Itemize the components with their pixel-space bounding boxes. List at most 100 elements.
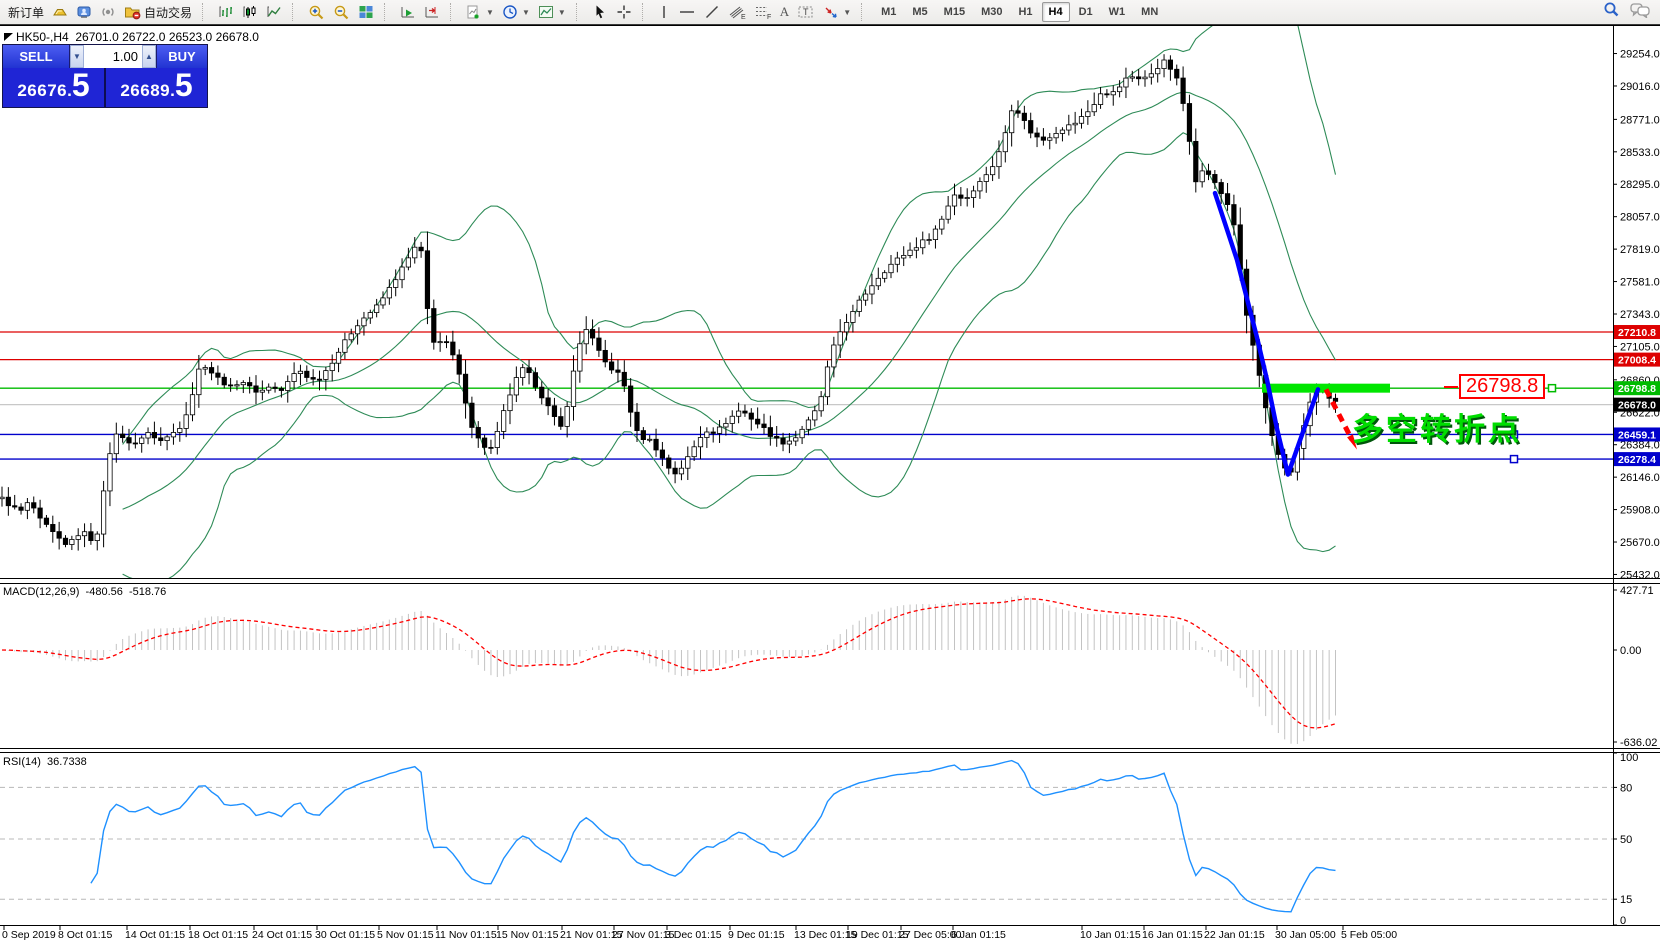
trendline-tool[interactable]: [700, 2, 724, 22]
timeframe-button-mn[interactable]: MN: [1134, 2, 1165, 22]
horizontal-line-tool[interactable]: [674, 2, 700, 22]
svg-text:27581.0: 27581.0: [1620, 277, 1660, 289]
time-axis-label: 9 Dec 01:15: [728, 929, 785, 941]
time-axis-label: 16 Jan 01:15: [1142, 929, 1203, 941]
timeframe-button-h1[interactable]: H1: [1011, 2, 1039, 22]
timeframe-button-d1[interactable]: D1: [1072, 2, 1100, 22]
time-axis-label: 11 Nov 01:15: [435, 929, 497, 941]
sell-button[interactable]: SELL: [3, 45, 70, 68]
text-tool[interactable]: A: [776, 2, 793, 22]
auto-scroll-button[interactable]: [396, 2, 420, 22]
line-chart-button[interactable]: [262, 2, 286, 22]
buy-button[interactable]: BUY: [156, 45, 207, 68]
zoom-out-icon: [333, 4, 350, 21]
chart-shift-button[interactable]: [420, 2, 444, 22]
crosshair-tool-button[interactable]: [612, 2, 636, 22]
svg-text:26384.0: 26384.0: [1620, 440, 1660, 452]
time-axis[interactable]: 0 Sep 20198 Oct 01:1514 Oct 01:1518 Oct …: [0, 929, 1660, 946]
fibonacci-tool[interactable]: F: [750, 2, 776, 22]
autotrading-icon: [124, 4, 141, 20]
svg-text:15: 15: [1620, 894, 1632, 906]
timeframe-button-m1[interactable]: M1: [874, 2, 903, 22]
bar-chart-button[interactable]: [214, 2, 238, 22]
buy-price-big-digit: 5: [175, 72, 193, 98]
volume-control: ▼ ▲: [70, 45, 156, 68]
time-axis-label: 22 Jan 01:15: [1204, 929, 1265, 941]
svg-text:26278.4: 26278.4: [1618, 454, 1656, 466]
clock-icon: [502, 4, 518, 20]
timeframe-button-m5[interactable]: M5: [905, 2, 934, 22]
zoom-in-button[interactable]: [304, 2, 329, 23]
bollinger-bands: [123, 0, 1336, 583]
chat-icon[interactable]: [1630, 2, 1650, 23]
volume-decrease-button[interactable]: ▼: [70, 45, 84, 68]
zoom-out-button[interactable]: [329, 2, 354, 23]
macd-indicator-label: MACD(12,26,9) -480.56 -518.76: [3, 586, 166, 598]
search-icon[interactable]: [1603, 1, 1620, 23]
time-axis-label: 30 Jan 05:00: [1275, 929, 1336, 941]
rsi-indicator-label: RSI(14) 36.7338: [3, 756, 87, 768]
macd-value-main: -480.56: [86, 586, 123, 598]
terminal-button[interactable]: [72, 2, 96, 22]
resistance-price-label[interactable]: 26798.8: [1459, 374, 1545, 399]
line-end-marker: [1511, 456, 1518, 463]
text-tool-icon: A: [780, 4, 789, 20]
periods-button[interactable]: ▼: [498, 2, 534, 22]
indicators-button[interactable]: ▼: [462, 2, 498, 22]
gold-ingot-icon: [52, 4, 68, 20]
terminal-monitor-icon: [76, 4, 92, 20]
indicators-icon: [466, 4, 482, 20]
svg-text:27343.0: 27343.0: [1620, 309, 1660, 321]
macd-panel: [2, 596, 1336, 744]
buy-price[interactable]: 26689 . 5: [106, 68, 207, 107]
autotrading-label: 自动交易: [144, 4, 192, 21]
timeframe-button-w1[interactable]: W1: [1102, 2, 1133, 22]
equidistant-channel-tool[interactable]: E: [724, 2, 750, 22]
timeframe-button-m15[interactable]: M15: [937, 2, 972, 22]
time-axis-label: 10 Jan 01:15: [1080, 929, 1141, 941]
one-click-panel-toggle-icon[interactable]: [4, 33, 13, 41]
svg-text:28533.0: 28533.0: [1620, 147, 1660, 159]
vertical-line-tool[interactable]: [654, 2, 674, 22]
timeframe-button-m30[interactable]: M30: [974, 2, 1009, 22]
rsi-value: 36.7338: [47, 756, 87, 768]
template-button[interactable]: ▼: [534, 2, 570, 22]
time-axis-label: 8 Oct 01:15: [58, 929, 112, 941]
symbol-period: HK50-,H4: [16, 30, 69, 44]
svg-text:28057.0: 28057.0: [1620, 212, 1660, 224]
volume-increase-button[interactable]: ▲: [142, 45, 156, 68]
arrows-tool-button[interactable]: ▼: [819, 2, 855, 22]
svg-text:25908.0: 25908.0: [1620, 505, 1660, 517]
chart-canvas[interactable]: 29254.029016.028771.028533.028295.028057…: [0, 0, 1660, 946]
cursor-tool-button[interactable]: [588, 2, 612, 22]
text-label-icon: T: [797, 4, 815, 20]
chevron-down-icon: ▼: [843, 8, 851, 17]
market-watch-button[interactable]: [48, 2, 72, 22]
svg-text:-636.02: -636.02: [1620, 737, 1657, 749]
candlestick-chart-button[interactable]: [238, 2, 262, 22]
price-axis[interactable]: 29254.029016.028771.028533.028295.028057…: [1613, 49, 1660, 927]
timeframe-group: M1M5M15M30H1H4D1W1MN: [873, 0, 1166, 24]
ohlc-close: 26678.0: [216, 30, 259, 44]
macd-name: MACD(12,26,9): [3, 586, 79, 598]
text-label-tool[interactable]: T: [793, 2, 819, 22]
turning-point-annotation[interactable]: 多空转折点: [1352, 404, 1522, 449]
svg-text:0: 0: [1620, 915, 1626, 927]
svg-text:50: 50: [1620, 834, 1632, 846]
autotrading-button[interactable]: 自动交易: [120, 2, 196, 23]
rsi-panel: [0, 761, 1613, 912]
signals-button[interactable]: [96, 2, 120, 22]
timeframe-button-h4[interactable]: H4: [1042, 2, 1070, 22]
volume-input[interactable]: [84, 45, 142, 68]
tile-windows-button[interactable]: [354, 2, 378, 22]
svg-text:26146.0: 26146.0: [1620, 472, 1660, 484]
svg-text:427.71: 427.71: [1620, 585, 1654, 597]
svg-text:26798.8: 26798.8: [1618, 383, 1656, 395]
chevron-down-icon: ▼: [558, 8, 566, 17]
new-order-label: 新订单: [8, 4, 44, 21]
new-order-button[interactable]: 新订单: [4, 2, 48, 23]
one-click-trading-panel: SELL ▼ ▲ BUY 26676 . 5 26689 . 5: [2, 44, 208, 108]
time-axis-label: 5 Feb 05:00: [1341, 929, 1397, 941]
sell-price[interactable]: 26676 . 5: [3, 68, 106, 107]
channel-icon: E: [728, 4, 746, 20]
